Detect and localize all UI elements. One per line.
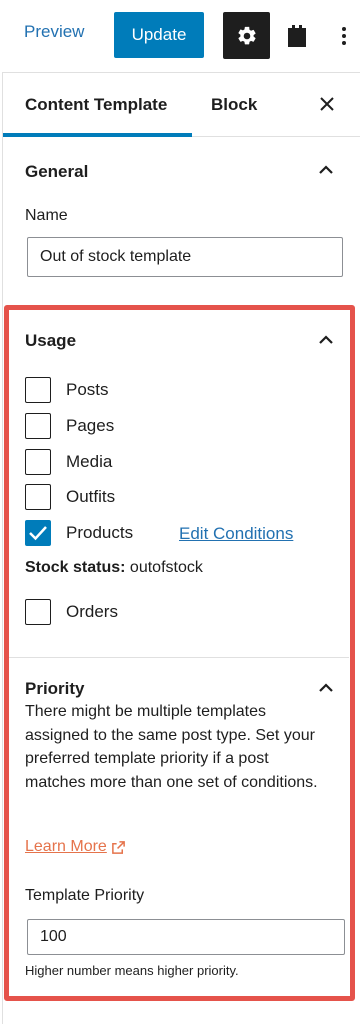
close-sidebar-button[interactable] xyxy=(317,94,337,114)
settings-button[interactable] xyxy=(223,12,270,59)
products-label: Products xyxy=(66,523,134,542)
external-link-icon xyxy=(111,840,125,854)
preview-button[interactable]: Preview xyxy=(24,22,84,42)
name-input[interactable] xyxy=(27,237,343,277)
orders-checkbox[interactable] xyxy=(25,599,51,625)
template-priority-label: Template Priority xyxy=(25,887,145,904)
template-priority-input[interactable] xyxy=(27,919,345,955)
outfits-checkbox[interactable] xyxy=(25,484,51,510)
learn-more-link[interactable]: Learn More xyxy=(25,838,126,856)
stock-status-value: outofstock xyxy=(129,559,203,576)
products-checkbox[interactable] xyxy=(25,520,51,546)
usage-option-orders[interactable]: Orders xyxy=(25,598,118,626)
panel-divider xyxy=(9,657,349,658)
stock-status: Stock status: outofstock xyxy=(25,559,203,577)
posts-label: Posts xyxy=(66,380,109,399)
tab-block[interactable]: Block xyxy=(211,95,257,115)
close-icon xyxy=(320,97,334,111)
learn-more-label: Learn More xyxy=(25,838,107,855)
more-options-button[interactable] xyxy=(334,22,354,50)
usage-panel-title[interactable]: Usage xyxy=(25,331,76,351)
outfits-label: Outfits xyxy=(66,487,116,506)
sidebar-tabs: Content Template Block xyxy=(3,73,360,137)
posts-checkbox[interactable] xyxy=(25,377,51,403)
chevron-up-icon[interactable] xyxy=(318,334,334,346)
priority-description: There might be multiple templates assign… xyxy=(25,703,318,791)
settings-sidebar: Content Template Block General Name Usag… xyxy=(2,72,360,1024)
priority-panel-title[interactable]: Priority xyxy=(25,679,85,699)
usage-option-pages[interactable]: Pages xyxy=(25,412,114,440)
media-checkbox[interactable] xyxy=(25,449,51,475)
more-vertical-icon xyxy=(342,27,346,45)
usage-option-posts[interactable]: Posts xyxy=(25,376,109,404)
pages-checkbox[interactable] xyxy=(25,413,51,439)
general-panel: General Name xyxy=(3,137,361,307)
usage-option-media[interactable]: Media xyxy=(25,448,112,476)
chevron-up-icon[interactable] xyxy=(318,682,334,694)
plugin-button[interactable] xyxy=(284,22,310,50)
block-icon xyxy=(288,25,306,47)
editor-toolbar: Preview Update xyxy=(0,0,362,72)
usage-option-products[interactable]: Products xyxy=(25,519,133,547)
gear-icon xyxy=(237,26,256,44)
media-label: Media xyxy=(66,452,113,471)
general-panel-title[interactable]: General xyxy=(25,162,88,182)
orders-label: Orders xyxy=(66,602,118,621)
edit-conditions-link[interactable]: Edit Conditions xyxy=(179,524,293,544)
name-label: Name xyxy=(25,207,68,224)
template-priority-help: Higher number means higher priority. xyxy=(25,963,239,978)
usage-option-outfits[interactable]: Outfits xyxy=(25,483,115,511)
pages-label: Pages xyxy=(66,416,115,435)
tab-content-template[interactable]: Content Template xyxy=(25,95,167,115)
chevron-up-icon[interactable] xyxy=(318,164,334,176)
update-button[interactable]: Update xyxy=(114,12,204,58)
stock-status-label: Stock status: xyxy=(25,559,126,576)
checkmark-icon xyxy=(29,526,47,541)
